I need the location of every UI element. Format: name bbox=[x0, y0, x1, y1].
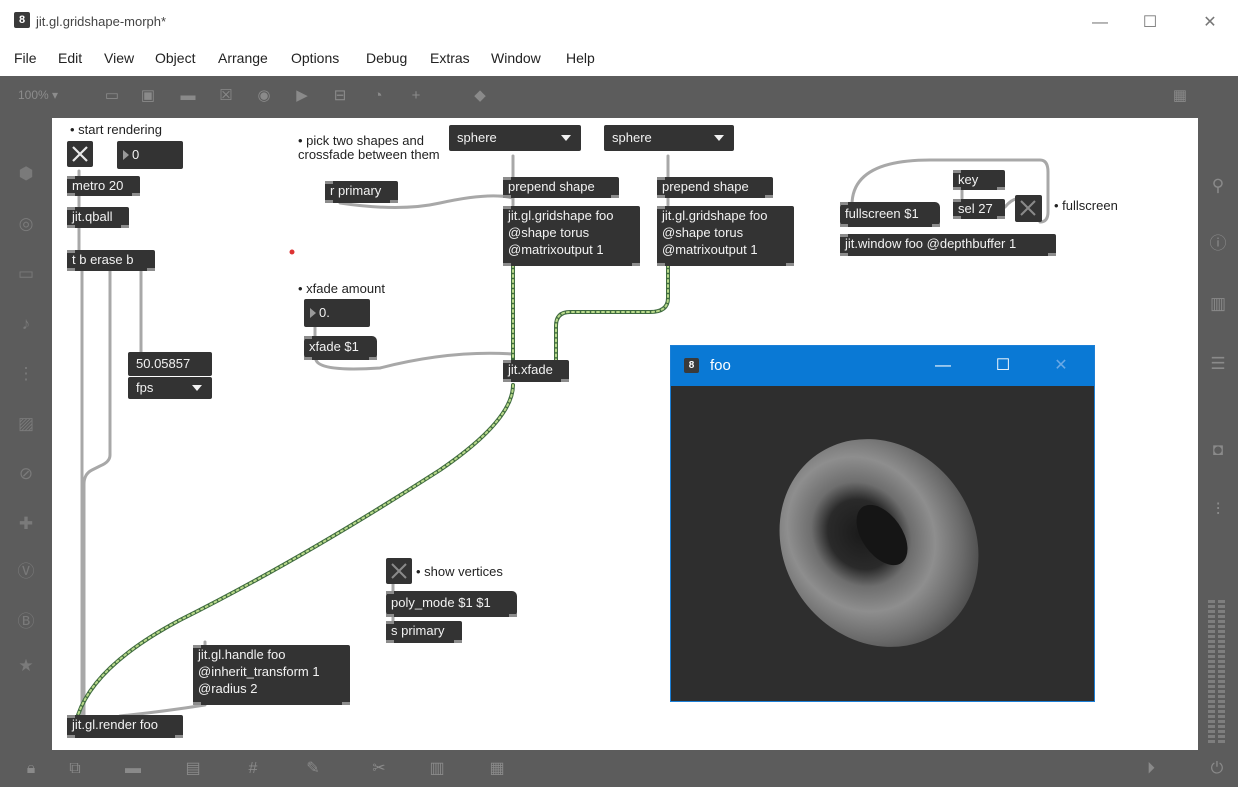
foo-minimize-button[interactable]: — bbox=[925, 351, 961, 381]
fps-number[interactable]: 50.05857 bbox=[128, 352, 212, 376]
trigger-object[interactable]: t b erase b bbox=[67, 250, 155, 271]
comment-pick-shapes: • pick two shapes and crossfade between … bbox=[298, 133, 440, 162]
poly-mode-message[interactable]: poly_mode $1 $1 bbox=[386, 591, 517, 617]
max-patcher-app: 8 jit.gl.gridshape-morph* — ☐ ✕ File Edi… bbox=[0, 0, 1238, 787]
send-primary-object[interactable]: s primary bbox=[386, 621, 462, 643]
comment-xfade-amount: • xfade amount bbox=[298, 281, 385, 296]
prepend-shape-object-2[interactable]: prepend shape bbox=[657, 177, 773, 198]
gl-handle-object[interactable]: jit.gl.handle foo @inherit_transform 1 @… bbox=[193, 645, 350, 705]
sel-object[interactable]: sel 27 bbox=[953, 199, 1005, 219]
qball-object[interactable]: jit.qball bbox=[67, 207, 129, 228]
fullscreen-toggle[interactable] bbox=[1015, 195, 1042, 222]
red-dot bbox=[289, 249, 295, 255]
torus-render bbox=[779, 439, 979, 647]
x-icon bbox=[1020, 200, 1036, 216]
receive-primary-object[interactable]: r primary bbox=[325, 181, 398, 203]
prepend-shape-object-1[interactable]: prepend shape bbox=[503, 177, 619, 198]
gl-render-view[interactable] bbox=[671, 386, 1094, 701]
key-object[interactable]: key bbox=[953, 170, 1005, 190]
foo-window-title: foo bbox=[710, 357, 731, 374]
vertices-toggle[interactable] bbox=[386, 558, 412, 584]
gridshape-object-2[interactable]: jit.gl.gridshape foo @shape torus @matri… bbox=[657, 206, 794, 266]
gl-render-object[interactable]: jit.gl.render foo bbox=[67, 715, 183, 738]
xfade-object[interactable]: jit.xfade bbox=[503, 360, 569, 382]
x-icon bbox=[72, 146, 88, 162]
number-box-top[interactable]: 0 bbox=[117, 141, 183, 169]
foo-maximize-button[interactable]: ☐ bbox=[985, 351, 1021, 381]
foo-title-bar: 8 foo — ☐ ✕ bbox=[671, 346, 1094, 386]
xfade-message[interactable]: xfade $1 bbox=[304, 336, 377, 360]
max-logo-icon: 8 bbox=[684, 358, 699, 373]
xfade-number-box[interactable]: 0. bbox=[304, 299, 370, 327]
fullscreen-message[interactable]: fullscreen $1 bbox=[840, 202, 940, 227]
render-toggle[interactable] bbox=[67, 141, 93, 167]
gridshape-object-1[interactable]: jit.gl.gridshape foo @shape torus @matri… bbox=[503, 206, 640, 266]
comment-fullscreen: • fullscreen bbox=[1054, 198, 1118, 213]
comment-show-vertices: • show vertices bbox=[416, 564, 503, 579]
x-icon bbox=[391, 563, 407, 579]
fps-menu[interactable]: fps bbox=[128, 377, 212, 399]
shape-menu-2[interactable]: sphere bbox=[604, 125, 734, 151]
comment-start-rendering: • start rendering bbox=[70, 122, 162, 137]
foo-close-button[interactable]: ✕ bbox=[1043, 351, 1079, 381]
foo-render-window[interactable]: 8 foo — ☐ ✕ bbox=[670, 345, 1095, 702]
shape-menu-1[interactable]: sphere bbox=[449, 125, 581, 151]
metro-object[interactable]: metro 20 bbox=[67, 176, 140, 196]
jit-window-object[interactable]: jit.window foo @depthbuffer 1 bbox=[840, 234, 1056, 256]
